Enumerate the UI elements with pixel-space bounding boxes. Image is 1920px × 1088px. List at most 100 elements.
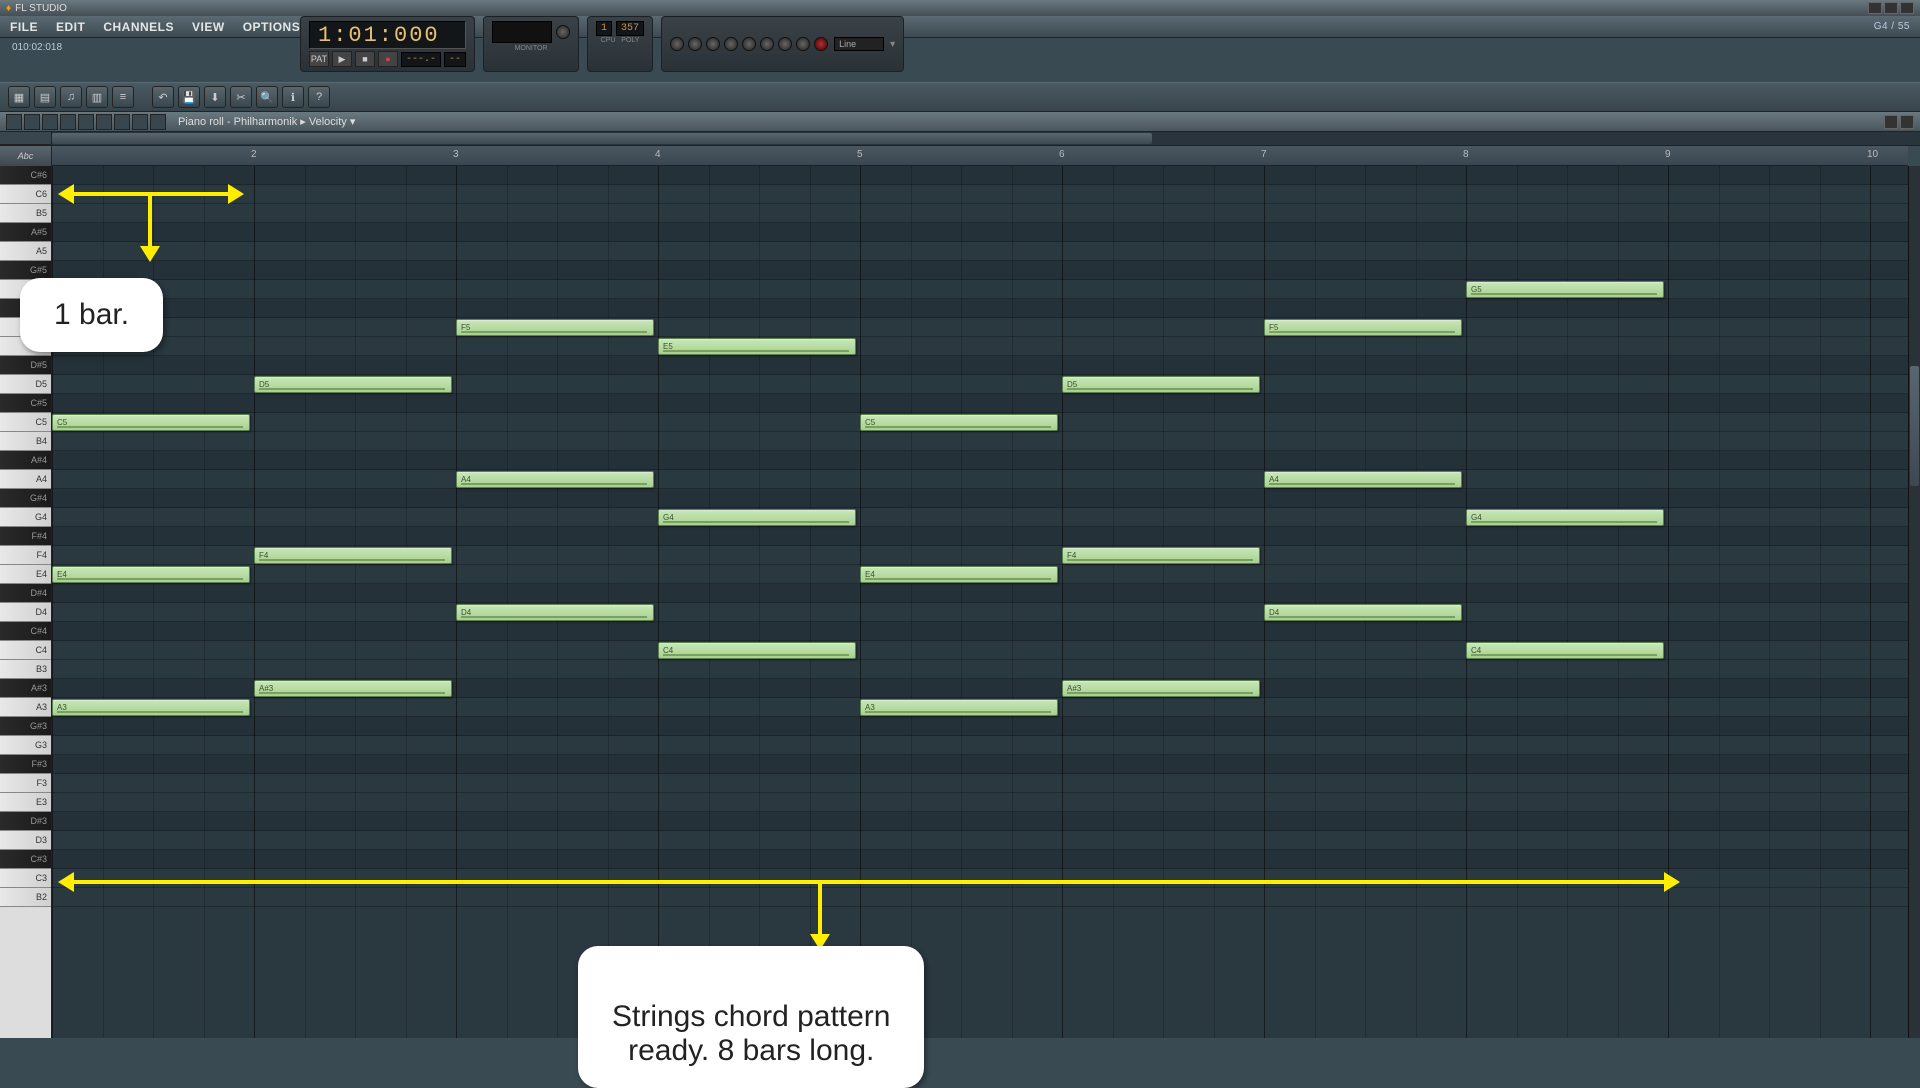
close-button[interactable]	[1900, 2, 1914, 14]
export-button[interactable]: ✂	[230, 86, 252, 108]
midi-note[interactable]: D5	[254, 376, 452, 393]
piano-key[interactable]: A#5	[0, 223, 51, 242]
piano-key[interactable]: D3	[0, 831, 51, 850]
paint-tool-icon[interactable]	[42, 114, 58, 130]
menu-file[interactable]: FILE	[10, 20, 38, 34]
shortcut-icon[interactable]	[796, 37, 810, 51]
piano-key[interactable]: E4	[0, 565, 51, 584]
shortcut-icon[interactable]	[778, 37, 792, 51]
piano-key[interactable]: G3	[0, 736, 51, 755]
snap-selector[interactable]: Line	[834, 37, 884, 51]
midi-note[interactable]: D4	[456, 604, 654, 621]
menu-options[interactable]: OPTIONS	[243, 20, 301, 34]
mixer-button[interactable]: ≡	[112, 86, 134, 108]
scroll-thumb[interactable]	[52, 133, 1152, 144]
help-button[interactable]: ?	[308, 86, 330, 108]
shortcut-icon[interactable]	[724, 37, 738, 51]
piano-key[interactable]: D#5	[0, 356, 51, 375]
render-button[interactable]: ⬇	[204, 86, 226, 108]
pianoroll-menu-button[interactable]	[6, 114, 22, 130]
delete-tool-icon[interactable]	[60, 114, 76, 130]
zoom-tool-icon[interactable]	[132, 114, 148, 130]
midi-note[interactable]: C4	[658, 642, 856, 659]
maximize-button[interactable]	[1884, 2, 1898, 14]
midi-note[interactable]: D4	[1264, 604, 1462, 621]
piano-key[interactable]: B5	[0, 204, 51, 223]
pattern-display[interactable]: --	[444, 52, 466, 67]
piano-key[interactable]: A5	[0, 242, 51, 261]
piano-key[interactable]: D#3	[0, 812, 51, 831]
midi-note[interactable]: E4	[860, 566, 1058, 583]
midi-note[interactable]: A3	[860, 699, 1058, 716]
record-shortcut-icon[interactable]	[814, 37, 828, 51]
menu-channels[interactable]: CHANNELS	[103, 20, 174, 34]
song-position-lcd[interactable]: 1:01:000	[309, 21, 466, 49]
piano-key[interactable]: G4	[0, 508, 51, 527]
note-grid[interactable]: C5E4A3D5F4A#3F5A4D4E5G4C4C5E4A3D5F4A#3F5…	[52, 166, 1908, 1038]
vertical-scrollbar[interactable]	[1908, 166, 1920, 1038]
undo-button[interactable]: ↶	[152, 86, 174, 108]
tempo-display[interactable]: ---.-	[401, 52, 441, 67]
browser-button[interactable]: ▥	[86, 86, 108, 108]
piano-key[interactable]: A4	[0, 470, 51, 489]
midi-note[interactable]: G4	[658, 509, 856, 526]
piano-roll-button[interactable]: ♫	[60, 86, 82, 108]
chevron-down-icon[interactable]: ▾	[890, 39, 895, 50]
piano-key[interactable]: F3	[0, 774, 51, 793]
menu-view[interactable]: VIEW	[192, 20, 225, 34]
piano-key[interactable]: D5	[0, 375, 51, 394]
shortcut-icon[interactable]	[670, 37, 684, 51]
piano-key[interactable]: C#5	[0, 394, 51, 413]
one-click-button[interactable]: 🔍	[256, 86, 278, 108]
step-seq-button[interactable]: ▤	[34, 86, 56, 108]
piano-key[interactable]: B2	[0, 888, 51, 907]
pattern-mode-button[interactable]: PAT	[309, 51, 329, 67]
piano-key[interactable]: C5	[0, 413, 51, 432]
midi-note[interactable]: D5	[1062, 376, 1260, 393]
select-tool-icon[interactable]	[114, 114, 130, 130]
minimize-button[interactable]	[1868, 2, 1882, 14]
menu-edit[interactable]: EDIT	[56, 20, 85, 34]
midi-note[interactable]: F4	[1062, 547, 1260, 564]
shortcut-icon[interactable]	[688, 37, 702, 51]
scroll-thumb[interactable]	[1910, 366, 1919, 486]
midi-note[interactable]: F5	[456, 319, 654, 336]
midi-note[interactable]: F5	[1264, 319, 1462, 336]
piano-key[interactable]: F#4	[0, 527, 51, 546]
midi-note[interactable]: C4	[1466, 642, 1664, 659]
midi-note[interactable]: F4	[254, 547, 452, 564]
piano-key[interactable]: A3	[0, 698, 51, 717]
mute-tool-icon[interactable]	[78, 114, 94, 130]
playlist-button[interactable]: ▦	[8, 86, 30, 108]
piano-key[interactable]: C#6	[0, 166, 51, 185]
midi-note[interactable]: C5	[52, 414, 250, 431]
midi-note[interactable]: C5	[860, 414, 1058, 431]
piano-key[interactable]: D4	[0, 603, 51, 622]
piano-key[interactable]: C#4	[0, 622, 51, 641]
info-button[interactable]: ℹ	[282, 86, 304, 108]
shortcut-icon[interactable]	[742, 37, 756, 51]
slice-tool-icon[interactable]	[96, 114, 112, 130]
draw-tool-icon[interactable]	[24, 114, 40, 130]
stop-button[interactable]: ■	[355, 51, 375, 67]
midi-note[interactable]: G5	[1466, 281, 1664, 298]
midi-note[interactable]: A#3	[1062, 680, 1260, 697]
piano-key[interactable]: C4	[0, 641, 51, 660]
play-button[interactable]: ▶	[332, 51, 352, 67]
record-button[interactable]: ●	[378, 51, 398, 67]
pianoroll-maximize-button[interactable]	[1884, 115, 1898, 129]
shortcut-icon[interactable]	[760, 37, 774, 51]
shortcut-icon[interactable]	[706, 37, 720, 51]
pianoroll-close-button[interactable]	[1900, 115, 1914, 129]
piano-key[interactable]: F4	[0, 546, 51, 565]
midi-note[interactable]: A4	[1264, 471, 1462, 488]
midi-note[interactable]: A#3	[254, 680, 452, 697]
midi-note[interactable]: E5	[658, 338, 856, 355]
midi-note[interactable]: A4	[456, 471, 654, 488]
master-volume-knob[interactable]	[556, 25, 570, 39]
piano-key[interactable]: C3	[0, 869, 51, 888]
piano-key[interactable]: B3	[0, 660, 51, 679]
piano-key[interactable]: G#4	[0, 489, 51, 508]
playback-tool-icon[interactable]	[150, 114, 166, 130]
piano-key[interactable]: E3	[0, 793, 51, 812]
